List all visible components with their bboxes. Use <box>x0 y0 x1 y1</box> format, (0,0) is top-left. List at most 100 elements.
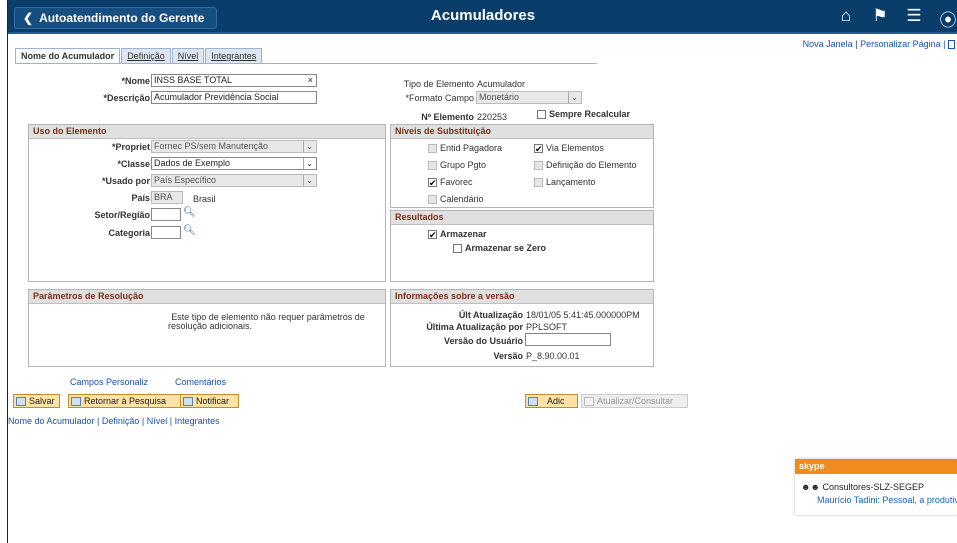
armazenar-se-zero-checkbox[interactable]: Armazenar se Zero <box>453 243 546 253</box>
chevron-down-icon[interactable]: ⌄ <box>303 141 315 152</box>
nome-input[interactable]: INSS BASE TOTAL × <box>151 74 317 87</box>
navigator-icon[interactable]: ⦿ <box>938 6 957 30</box>
page-links: Nova Janela | Personalizar Página | <box>803 39 955 50</box>
checkbox-label: Armazenar se Zero <box>465 243 547 253</box>
uso-elemento-title: Uso do Elemento <box>29 125 385 139</box>
nome-value: INSS BASE TOTAL <box>154 75 233 85</box>
categoria-input[interactable] <box>151 226 181 239</box>
lookup-icon[interactable]: 🔍︎ <box>183 207 196 218</box>
lookup-icon[interactable]: 🔍︎ <box>183 225 196 236</box>
lancamento-checkbox[interactable]: Lançamento <box>534 177 596 187</box>
page-icon[interactable] <box>948 40 955 50</box>
classe-label: *Classe <box>117 159 150 169</box>
versao-label: Versão <box>493 351 523 361</box>
return-icon <box>71 396 81 406</box>
footer-link-nivel[interactable]: Nível <box>147 416 168 426</box>
sempre-recalcular-checkbox[interactable]: Sempre Recalcular <box>537 109 630 119</box>
chevron-down-icon[interactable]: ⌄ <box>303 175 315 186</box>
skype-group-name: ☻☻ Consultores-SLZ-SEGEP <box>801 482 924 492</box>
tab-integrantes[interactable]: Integrantes <box>205 48 263 63</box>
entid-pagadora-checkbox[interactable]: Entid Pagadora <box>428 143 502 153</box>
via-elementos-checkbox[interactable]: ✔ Via Elementos <box>534 143 604 153</box>
checkbox-label: Definição do Elemento <box>546 160 637 170</box>
campos-personaliz-link[interactable]: Campos Personaliz <box>70 377 148 387</box>
add-button[interactable]: Adic <box>525 394 578 408</box>
sempre-recalcular-label: Sempre Recalcular <box>549 109 631 119</box>
descricao-input[interactable]: Acumulador Previdência Social <box>151 91 317 104</box>
update-display-button[interactable]: Atualizar/Consultar <box>581 394 688 408</box>
checkbox-box[interactable] <box>453 243 462 253</box>
checkbox-box[interactable] <box>428 194 437 204</box>
tab-nome-acumulador[interactable]: Nome do Acumulador <box>15 48 121 63</box>
pais-code-input[interactable]: BRA <box>151 191 183 204</box>
resultados-title: Resultados <box>391 211 653 225</box>
versao-value: P_8.90.00.01 <box>526 351 580 361</box>
tipo-elemento-value: Acumulador <box>477 79 526 89</box>
pais-name: Brasil <box>193 194 216 204</box>
return-button-label: Retornar à Pesquisa <box>84 396 167 406</box>
nelemento-label: Nº Elemento <box>421 112 474 122</box>
ult-atualizacao-value: 18/01/05 5:41:45.000000PM <box>526 310 640 320</box>
footer-link-nome-acumulador[interactable]: Nome do Acumulador <box>8 416 95 426</box>
customize-page-link[interactable]: Personalizar Página <box>860 39 941 49</box>
tab-definicao[interactable]: Definição <box>121 48 171 63</box>
propriet-value: Fornec PS/sem Manutenção <box>154 141 269 151</box>
new-window-link[interactable]: Nova Janela <box>803 39 853 49</box>
skype-group-label: Consultores-SLZ-SEGEP <box>822 482 925 492</box>
parametros-resolucao-title: Parâmetros de Resolução <box>29 290 385 304</box>
calendario-checkbox[interactable]: Calendário <box>428 194 484 204</box>
niveis-substituicao-title: Níveis de Substituição <box>391 125 653 139</box>
ultima-atualizacao-por-label: Última Atualização por <box>426 322 523 332</box>
tab-nivel[interactable]: Nível <box>171 48 205 63</box>
menu-icon[interactable]: ☰ <box>904 6 924 28</box>
formato-campo-label: *Formato Campo <box>405 93 474 103</box>
home-icon[interactable]: ⌂ <box>836 6 856 28</box>
chevron-down-icon[interactable]: ⌄ <box>568 92 580 103</box>
checkbox-box[interactable] <box>537 109 546 119</box>
checkbox-box[interactable] <box>428 160 437 170</box>
checkbox-label: Grupo Pgto <box>440 160 487 170</box>
skype-notification[interactable]: skype ☻☻ Consultores-SLZ-SEGEP Maurício … <box>795 459 957 515</box>
favorec-checkbox[interactable]: ✔ Favorec <box>428 177 473 187</box>
comentarios-link[interactable]: Comentários <box>175 377 226 387</box>
separator: | <box>855 39 858 49</box>
categoria-label: Categoria <box>108 228 150 238</box>
footer-link-integrantes[interactable]: Integrantes <box>175 416 220 426</box>
classe-select[interactable]: Dados de Exemplo ⌄ <box>151 157 317 170</box>
check-icon[interactable]: ✔ <box>428 177 437 187</box>
checkbox-label: Entid Pagadora <box>440 143 503 153</box>
checkbox-box[interactable] <box>428 143 437 153</box>
definicao-elemento-checkbox[interactable]: Definição do Elemento <box>534 160 637 170</box>
return-to-search-button[interactable]: Retornar à Pesquisa <box>68 394 181 408</box>
checkbox-label: Via Elementos <box>546 143 604 153</box>
formato-campo-select[interactable]: Monetário ⌄ <box>476 91 582 104</box>
checkbox-label: Favorec <box>440 177 473 187</box>
footer-link-definicao[interactable]: Definição <box>102 416 140 426</box>
checkbox-label: Lançamento <box>546 177 596 187</box>
versao-title: Informações sobre a versão <box>391 290 653 304</box>
pais-label: País <box>131 193 150 203</box>
setor-regiao-input[interactable] <box>151 208 181 221</box>
usado-por-select[interactable]: País Específico ⌄ <box>151 174 317 187</box>
page-title: Acumuladores <box>430 7 536 24</box>
separator: | <box>943 39 946 49</box>
tipo-elemento-label: Tipo de Elemento <box>403 79 474 89</box>
armazenar-checkbox[interactable]: ✔ Armazenar <box>428 229 487 239</box>
grupo-pgto-checkbox[interactable]: Grupo Pgto <box>428 160 486 170</box>
add-icon <box>528 396 538 406</box>
versao-usuario-input[interactable] <box>525 333 611 346</box>
group-icon: ☻☻ <box>801 482 820 492</box>
propriet-select[interactable]: Fornec PS/sem Manutenção ⌄ <box>151 140 317 153</box>
check-icon[interactable]: ✔ <box>428 229 437 239</box>
check-icon[interactable]: ✔ <box>534 143 543 153</box>
checkbox-box[interactable] <box>534 177 543 187</box>
checkbox-box[interactable] <box>534 160 543 170</box>
flag-icon[interactable]: ⚑ <box>870 6 890 28</box>
notify-button[interactable]: Notificar <box>180 394 239 408</box>
clear-icon[interactable]: × <box>308 75 313 86</box>
tab-underline <box>15 63 597 64</box>
update-button-label: Atualizar/Consultar <box>597 396 674 406</box>
chevron-down-icon[interactable]: ⌄ <box>303 158 315 169</box>
save-button[interactable]: Salvar <box>13 394 60 408</box>
footer-nav: Nome do Acumulador | Definição | Nível |… <box>8 416 220 426</box>
